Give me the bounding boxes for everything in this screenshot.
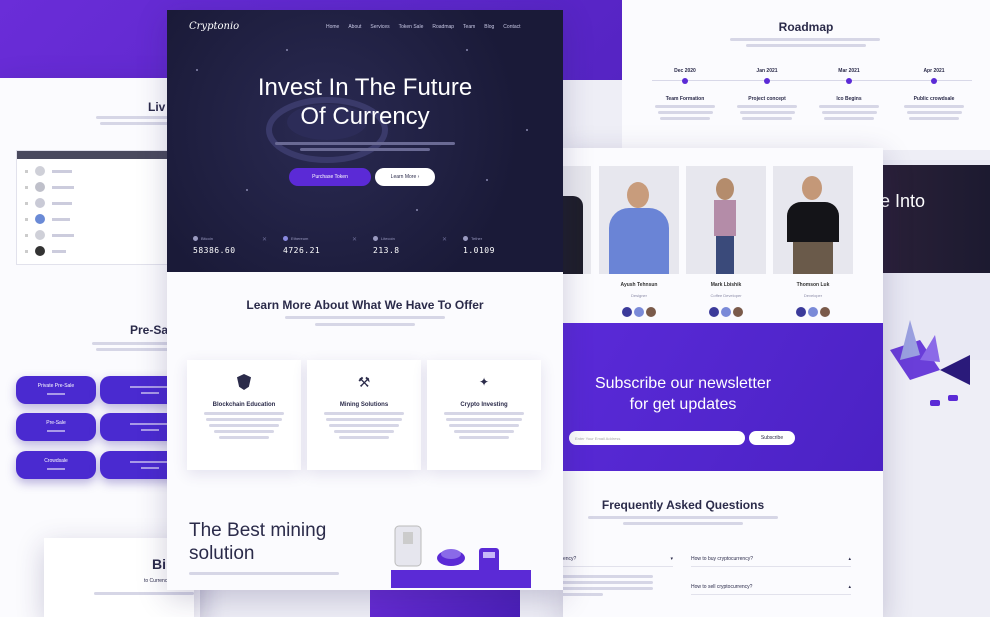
team-role-3: Developer [803,293,823,298]
newsletter-section: Subscribe our newsletter for get updates… [563,323,883,471]
team-name-2: Mark Lbishik [710,282,742,288]
newsletter-title-2: for get updates [629,396,737,413]
presale-button-crowdsale[interactable]: Crowdsale [16,451,96,479]
nav-roadmap[interactable]: Roadmap [432,24,454,30]
hero-title-2: Of Currency [300,103,430,130]
mining-title-2: solution [189,543,255,564]
hero-coin-graphic [196,49,528,211]
stat-tether: Tether 1.0109 [463,236,495,255]
faq-title: Frequently Asked Questions [601,498,765,512]
team-photo-1 [599,166,679,274]
roadmap-item-1: Dec 2020 Team Formation [650,68,720,123]
instagram-icon[interactable] [733,307,743,317]
roadmap-item-3: Mar 2021 Ico Begins [814,68,884,123]
main-landing-panel: Cryptonio Home About Services Token Sale… [167,10,563,590]
nav-home[interactable]: Home [326,24,339,30]
brand-logo[interactable]: Cryptonio [189,21,239,32]
learn-more-button[interactable]: Learn More › [375,168,435,186]
nav-token-sale[interactable]: Token Sale [399,24,424,30]
nav-about[interactable]: About [348,24,361,30]
hero-title-1: Invest In The Future [257,74,473,101]
team-newsletter-panel: Ayush Tehnsun Designer Mark Lbishik Coff… [563,148,883,617]
presale-button-presale[interactable]: Pre-Sale [16,413,96,441]
mining-icon: ⚒ [357,374,371,390]
chevron-down-icon: ▴ [848,584,851,590]
live-title: Liv [148,100,166,114]
nav-team[interactable]: Team [463,24,475,30]
offer-card-investing[interactable]: ✦ Crypto Investing [427,360,541,470]
faq-item-buy[interactable]: How to buy cryptocurrency? ▴ [691,556,851,567]
facebook-icon[interactable] [622,307,632,317]
team-name-3: Thomson Luk [796,282,830,288]
shield-icon [237,374,251,390]
team-member-2: Mark Lbishik Coffee Developer [686,166,766,322]
purchase-token-button[interactable]: Purchase Token [289,168,371,186]
hero-section: Cryptonio Home About Services Token Sale… [167,10,563,272]
team-role-2: Coffee Developer [710,293,742,298]
twitter-icon[interactable] [808,307,818,317]
facebook-icon[interactable] [796,307,806,317]
converter-title: Bi [152,556,166,572]
instagram-icon[interactable] [820,307,830,317]
nav-blog[interactable]: Blog [484,24,494,30]
stat-litecoin: Litecoin 213.8 [373,236,400,255]
mining-illustration [391,525,531,588]
stat-bitcoin: Bitcoin 58386.60 [193,236,236,255]
offer-card-education[interactable]: Blockchain Education [187,360,301,470]
subscribe-button[interactable]: Subscribe [749,431,795,445]
offer-card-mining[interactable]: ⚒ Mining Solutions [307,360,421,470]
twitter-icon[interactable] [721,307,731,317]
dark-banner: e Into [880,165,990,273]
faq-item-partial[interactable]: ency? ▾ [563,556,673,567]
roadmap-item-4: Apr 2021 Public crowdsale [896,68,972,123]
rocket-icon: ✦ [478,375,490,389]
roadmap-panel: Roadmap Dec 2020 Team Formation Jan 2021… [622,0,990,150]
faq-answer-partial [563,572,663,599]
bitcoin-icon [193,236,198,241]
tether-icon [463,236,468,241]
roadmap-title: Roadmap [778,20,834,34]
chevron-down-icon: ▴ [848,556,851,562]
facebook-icon[interactable] [709,307,719,317]
offer-title: Learn More About What We Have To Offer [246,298,484,312]
team-photo-3 [773,166,853,274]
ethereum-icon [283,236,288,241]
arrow-right-icon: › [417,174,420,180]
nav-services[interactable]: Services [370,24,389,30]
litecoin-icon [373,236,378,241]
newsletter-email-input[interactable]: Enter Your Email Address [569,431,745,445]
nav-contact[interactable]: Contact [503,24,520,30]
roadmap-item-2: Jan 2021 Project concept [732,68,802,123]
team-photo-2 [686,166,766,274]
stat-ethereum: Ethereum 4726.21 [283,236,321,255]
team-role-1: Designer [630,293,647,298]
team-member-1: Ayush Tehnsun Designer [599,166,679,322]
presale-button-private[interactable]: Private Pre-Sale [16,376,96,404]
chart-illustration [880,300,990,420]
team-member-3: Thomson Luk Developer [773,166,853,322]
dark-banner-text: e Into [880,191,926,211]
team-name-1: Ayush Tehnsun [620,282,658,288]
presale-title: Pre-Sa [130,323,169,337]
faq-item-sell[interactable]: How to sell cryptocurrency? ▴ [691,584,851,595]
team-partial-photo [563,166,591,274]
instagram-icon[interactable] [646,307,656,317]
main-nav: Home About Services Token Sale Roadmap T… [317,24,521,30]
newsletter-title-1: Subscribe our newsletter [594,375,772,392]
twitter-icon[interactable] [634,307,644,317]
mining-title-1: The Best mining [189,520,327,541]
